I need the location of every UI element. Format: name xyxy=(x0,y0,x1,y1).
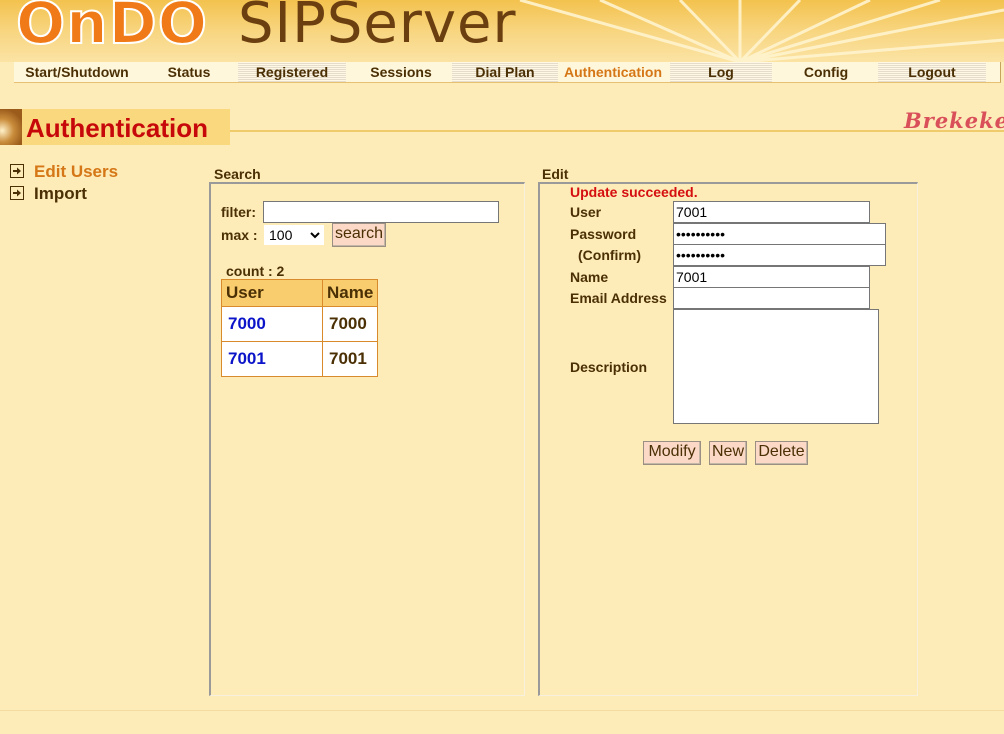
max-label: max : xyxy=(221,227,258,243)
delete-button[interactable]: Delete xyxy=(755,441,808,465)
nav-authentication[interactable]: Authentication xyxy=(558,62,668,82)
filter-label: filter: xyxy=(221,204,256,220)
nav-sessions[interactable]: Sessions xyxy=(352,62,450,82)
sipserver-logo: SIPServer xyxy=(238,0,517,56)
search-panel-title: Search xyxy=(214,166,261,182)
footer-divider xyxy=(0,710,1004,711)
arrow-right-icon xyxy=(10,164,24,178)
page-title: Authentication xyxy=(26,113,208,143)
user-field[interactable] xyxy=(673,201,870,223)
user-link[interactable]: 7000 xyxy=(221,306,323,342)
column-header-user: User xyxy=(221,279,323,307)
nav-registered[interactable]: Registered xyxy=(238,62,346,82)
user-name-cell: 7001 xyxy=(321,341,379,377)
filter-input[interactable] xyxy=(263,201,499,223)
search-panel xyxy=(209,182,525,696)
user-label: User xyxy=(570,204,602,220)
search-button[interactable]: search xyxy=(332,223,386,247)
main-nav: Start/Shutdown Status Registered Session… xyxy=(0,62,1001,92)
title-bar: Authentication Brekeke xyxy=(0,108,1004,148)
users-table: User Name 7000 7000 7001 7001 xyxy=(221,279,379,377)
email-label: Email Address xyxy=(570,290,667,306)
sidebar-item-label: Edit Users xyxy=(34,162,119,181)
brekeke-logo: Brekeke xyxy=(904,108,1004,133)
user-link[interactable]: 7001 xyxy=(221,341,323,377)
modify-button[interactable]: Modify xyxy=(643,441,701,465)
user-name-cell: 7000 xyxy=(321,306,379,342)
table-header-row: User Name xyxy=(221,279,379,307)
confirm-label: (Confirm) xyxy=(578,247,641,263)
new-button[interactable]: New xyxy=(709,441,747,465)
title-divider xyxy=(230,130,1004,132)
header-banner: OnDO SIPServer xyxy=(0,0,1004,62)
nav-log[interactable]: Log xyxy=(670,62,772,82)
name-label: Name xyxy=(570,269,609,285)
description-field[interactable] xyxy=(673,309,879,424)
ondo-logo: OnDO xyxy=(15,0,209,57)
description-label: Description xyxy=(570,359,648,375)
max-select[interactable]: 100 xyxy=(264,225,324,245)
nav-dial-plan[interactable]: Dial Plan xyxy=(452,62,558,82)
arrow-right-icon xyxy=(10,186,24,200)
sunburst-icon xyxy=(0,109,22,145)
nav-status[interactable]: Status xyxy=(146,62,232,82)
nav-logout[interactable]: Logout xyxy=(878,62,986,82)
edit-panel-title: Edit xyxy=(542,166,569,182)
name-field[interactable] xyxy=(673,266,870,288)
nav-start-shutdown[interactable]: Start/Shutdown xyxy=(18,62,136,82)
password-field[interactable] xyxy=(673,223,886,245)
column-header-name: Name xyxy=(321,279,379,307)
status-message: Update succeeded. xyxy=(570,184,698,200)
nav-config[interactable]: Config xyxy=(776,62,876,82)
table-row: 7001 7001 xyxy=(221,341,379,377)
result-count: count : 2 xyxy=(226,263,285,279)
sidebar-item-label: Import xyxy=(34,184,87,203)
password-label: Password xyxy=(570,226,637,242)
email-field[interactable] xyxy=(673,287,870,309)
table-row: 7000 7000 xyxy=(221,306,379,342)
confirm-password-field[interactable] xyxy=(673,244,886,266)
